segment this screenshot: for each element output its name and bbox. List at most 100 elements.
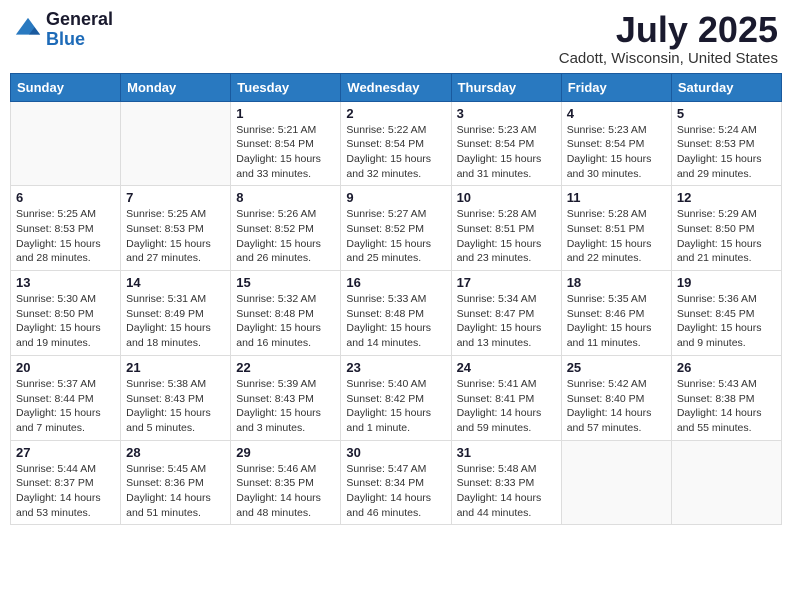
cell-info: Sunrise: 5:24 AM Sunset: 8:53 PM Dayligh… bbox=[677, 123, 776, 182]
calendar-cell: 16 Sunrise: 5:33 AM Sunset: 8:48 PM Dayli… bbox=[341, 271, 451, 356]
day-number: 24 bbox=[457, 360, 556, 375]
cell-info: Sunrise: 5:23 AM Sunset: 8:54 PM Dayligh… bbox=[567, 123, 666, 182]
calendar-cell: 30 Sunrise: 5:47 AM Sunset: 8:34 PM Dayli… bbox=[341, 440, 451, 525]
calendar-cell: 15Sunrise: 5:32 AM Sunset: 8:48 PM Dayli… bbox=[231, 271, 341, 356]
calendar-cell bbox=[561, 440, 671, 525]
cell-info: Sunrise: 5:25 AM Sunset: 8:53 PM Dayligh… bbox=[16, 207, 115, 266]
calendar-header-row: SundayMondayTuesdayWednesdayThursdayFrid… bbox=[11, 73, 782, 101]
cell-info: Sunrise: 5:27 AM Sunset: 8:52 PM Dayligh… bbox=[346, 207, 445, 266]
calendar-cell: 4 Sunrise: 5:23 AM Sunset: 8:54 PM Daylig… bbox=[561, 101, 671, 186]
cell-info: Sunrise: 5:40 AM Sunset: 8:42 PM Dayligh… bbox=[346, 377, 445, 436]
cell-info: Sunrise: 5:44 AM Sunset: 8:37 PM Dayligh… bbox=[16, 462, 115, 521]
calendar-cell: 22Sunrise: 5:39 AM Sunset: 8:43 PM Dayli… bbox=[231, 355, 341, 440]
day-number: 14 bbox=[126, 275, 225, 290]
calendar-cell bbox=[121, 101, 231, 186]
cell-info: Sunrise: 5:46 AM Sunset: 8:35 PM Dayligh… bbox=[236, 462, 335, 521]
cell-info: Sunrise: 5:28 AM Sunset: 8:51 PM Dayligh… bbox=[567, 207, 666, 266]
calendar-cell bbox=[11, 101, 121, 186]
calendar-week-row: 20 Sunrise: 5:37 AM Sunset: 8:44 PM Dayli… bbox=[11, 355, 782, 440]
cell-info: Sunrise: 5:23 AM Sunset: 8:54 PM Dayligh… bbox=[457, 123, 556, 182]
cell-info: Sunrise: 5:33 AM Sunset: 8:48 PM Dayligh… bbox=[346, 292, 445, 351]
calendar-week-row: 13 Sunrise: 5:30 AM Sunset: 8:50 PM Dayli… bbox=[11, 271, 782, 356]
calendar-cell: 29 Sunrise: 5:46 AM Sunset: 8:35 PM Dayli… bbox=[231, 440, 341, 525]
calendar-cell: 5Sunrise: 5:24 AM Sunset: 8:53 PM Daylig… bbox=[671, 101, 781, 186]
calendar-cell: 23 Sunrise: 5:40 AM Sunset: 8:42 PM Dayli… bbox=[341, 355, 451, 440]
page-header: General Blue July 2025 Cadott, Wisconsin… bbox=[10, 10, 782, 67]
calendar-cell: 24Sunrise: 5:41 AM Sunset: 8:41 PM Dayli… bbox=[451, 355, 561, 440]
day-number: 25 bbox=[567, 360, 666, 375]
day-number: 21 bbox=[126, 360, 225, 375]
calendar-cell: 9 Sunrise: 5:27 AM Sunset: 8:52 PM Daylig… bbox=[341, 186, 451, 271]
cell-info: Sunrise: 5:26 AM Sunset: 8:52 PM Dayligh… bbox=[236, 207, 335, 266]
day-number: 2 bbox=[346, 106, 445, 121]
cell-info: Sunrise: 5:32 AM Sunset: 8:48 PM Dayligh… bbox=[236, 292, 335, 351]
day-number: 20 bbox=[16, 360, 115, 375]
day-number: 17 bbox=[457, 275, 556, 290]
cell-info: Sunrise: 5:22 AM Sunset: 8:54 PM Dayligh… bbox=[346, 123, 445, 182]
day-number: 16 bbox=[346, 275, 445, 290]
cell-info: Sunrise: 5:47 AM Sunset: 8:34 PM Dayligh… bbox=[346, 462, 445, 521]
calendar-cell: 7 Sunrise: 5:25 AM Sunset: 8:53 PM Daylig… bbox=[121, 186, 231, 271]
calendar-cell: 8Sunrise: 5:26 AM Sunset: 8:52 PM Daylig… bbox=[231, 186, 341, 271]
day-header-saturday: Saturday bbox=[671, 73, 781, 101]
day-header-thursday: Thursday bbox=[451, 73, 561, 101]
day-number: 11 bbox=[567, 190, 666, 205]
day-number: 10 bbox=[457, 190, 556, 205]
calendar-cell bbox=[671, 440, 781, 525]
calendar-cell: 10 Sunrise: 5:28 AM Sunset: 8:51 PM Dayli… bbox=[451, 186, 561, 271]
calendar-cell: 26Sunrise: 5:43 AM Sunset: 8:38 PM Dayli… bbox=[671, 355, 781, 440]
cell-info: Sunrise: 5:31 AM Sunset: 8:49 PM Dayligh… bbox=[126, 292, 225, 351]
cell-info: Sunrise: 5:48 AM Sunset: 8:33 PM Dayligh… bbox=[457, 462, 556, 521]
calendar-cell: 21 Sunrise: 5:38 AM Sunset: 8:43 PM Dayli… bbox=[121, 355, 231, 440]
calendar-table: SundayMondayTuesdayWednesdayThursdayFrid… bbox=[10, 73, 782, 526]
calendar-cell: 11 Sunrise: 5:28 AM Sunset: 8:51 PM Dayli… bbox=[561, 186, 671, 271]
calendar-week-row: 6 Sunrise: 5:25 AM Sunset: 8:53 PM Daylig… bbox=[11, 186, 782, 271]
cell-info: Sunrise: 5:42 AM Sunset: 8:40 PM Dayligh… bbox=[567, 377, 666, 436]
cell-info: Sunrise: 5:35 AM Sunset: 8:46 PM Dayligh… bbox=[567, 292, 666, 351]
day-number: 3 bbox=[457, 106, 556, 121]
calendar-week-row: 27 Sunrise: 5:44 AM Sunset: 8:37 PM Dayli… bbox=[11, 440, 782, 525]
day-number: 28 bbox=[126, 445, 225, 460]
calendar-cell: 2 Sunrise: 5:22 AM Sunset: 8:54 PM Daylig… bbox=[341, 101, 451, 186]
logo-general-text: General bbox=[46, 10, 113, 30]
day-number: 31 bbox=[457, 445, 556, 460]
calendar-cell: 14 Sunrise: 5:31 AM Sunset: 8:49 PM Dayli… bbox=[121, 271, 231, 356]
calendar-cell: 3 Sunrise: 5:23 AM Sunset: 8:54 PM Daylig… bbox=[451, 101, 561, 186]
cell-info: Sunrise: 5:43 AM Sunset: 8:38 PM Dayligh… bbox=[677, 377, 776, 436]
day-number: 27 bbox=[16, 445, 115, 460]
day-number: 19 bbox=[677, 275, 776, 290]
calendar-cell: 1Sunrise: 5:21 AM Sunset: 8:54 PM Daylig… bbox=[231, 101, 341, 186]
day-header-monday: Monday bbox=[121, 73, 231, 101]
calendar-cell: 19 Sunrise: 5:36 AM Sunset: 8:45 PM Dayli… bbox=[671, 271, 781, 356]
logo-blue-text: Blue bbox=[46, 30, 113, 50]
day-number: 23 bbox=[346, 360, 445, 375]
calendar-cell: 13 Sunrise: 5:30 AM Sunset: 8:50 PM Dayli… bbox=[11, 271, 121, 356]
logo[interactable]: General Blue bbox=[14, 10, 113, 50]
cell-info: Sunrise: 5:30 AM Sunset: 8:50 PM Dayligh… bbox=[16, 292, 115, 351]
day-header-friday: Friday bbox=[561, 73, 671, 101]
cell-info: Sunrise: 5:36 AM Sunset: 8:45 PM Dayligh… bbox=[677, 292, 776, 351]
calendar-cell: 12Sunrise: 5:29 AM Sunset: 8:50 PM Dayli… bbox=[671, 186, 781, 271]
day-number: 7 bbox=[126, 190, 225, 205]
cell-info: Sunrise: 5:34 AM Sunset: 8:47 PM Dayligh… bbox=[457, 292, 556, 351]
cell-info: Sunrise: 5:29 AM Sunset: 8:50 PM Dayligh… bbox=[677, 207, 776, 266]
day-number: 9 bbox=[346, 190, 445, 205]
location: Cadott, Wisconsin, United States bbox=[559, 50, 778, 67]
cell-info: Sunrise: 5:28 AM Sunset: 8:51 PM Dayligh… bbox=[457, 207, 556, 266]
calendar-cell: 20 Sunrise: 5:37 AM Sunset: 8:44 PM Dayli… bbox=[11, 355, 121, 440]
calendar-cell: 6 Sunrise: 5:25 AM Sunset: 8:53 PM Daylig… bbox=[11, 186, 121, 271]
cell-info: Sunrise: 5:38 AM Sunset: 8:43 PM Dayligh… bbox=[126, 377, 225, 436]
calendar-cell: 31 Sunrise: 5:48 AM Sunset: 8:33 PM Dayli… bbox=[451, 440, 561, 525]
logo-icon bbox=[14, 16, 42, 44]
day-number: 13 bbox=[16, 275, 115, 290]
title-block: July 2025 Cadott, Wisconsin, United Stat… bbox=[559, 10, 778, 67]
day-number: 30 bbox=[346, 445, 445, 460]
day-number: 29 bbox=[236, 445, 335, 460]
cell-info: Sunrise: 5:37 AM Sunset: 8:44 PM Dayligh… bbox=[16, 377, 115, 436]
day-number: 6 bbox=[16, 190, 115, 205]
calendar-cell: 25 Sunrise: 5:42 AM Sunset: 8:40 PM Dayli… bbox=[561, 355, 671, 440]
day-number: 4 bbox=[567, 106, 666, 121]
cell-info: Sunrise: 5:25 AM Sunset: 8:53 PM Dayligh… bbox=[126, 207, 225, 266]
cell-info: Sunrise: 5:39 AM Sunset: 8:43 PM Dayligh… bbox=[236, 377, 335, 436]
cell-info: Sunrise: 5:45 AM Sunset: 8:36 PM Dayligh… bbox=[126, 462, 225, 521]
